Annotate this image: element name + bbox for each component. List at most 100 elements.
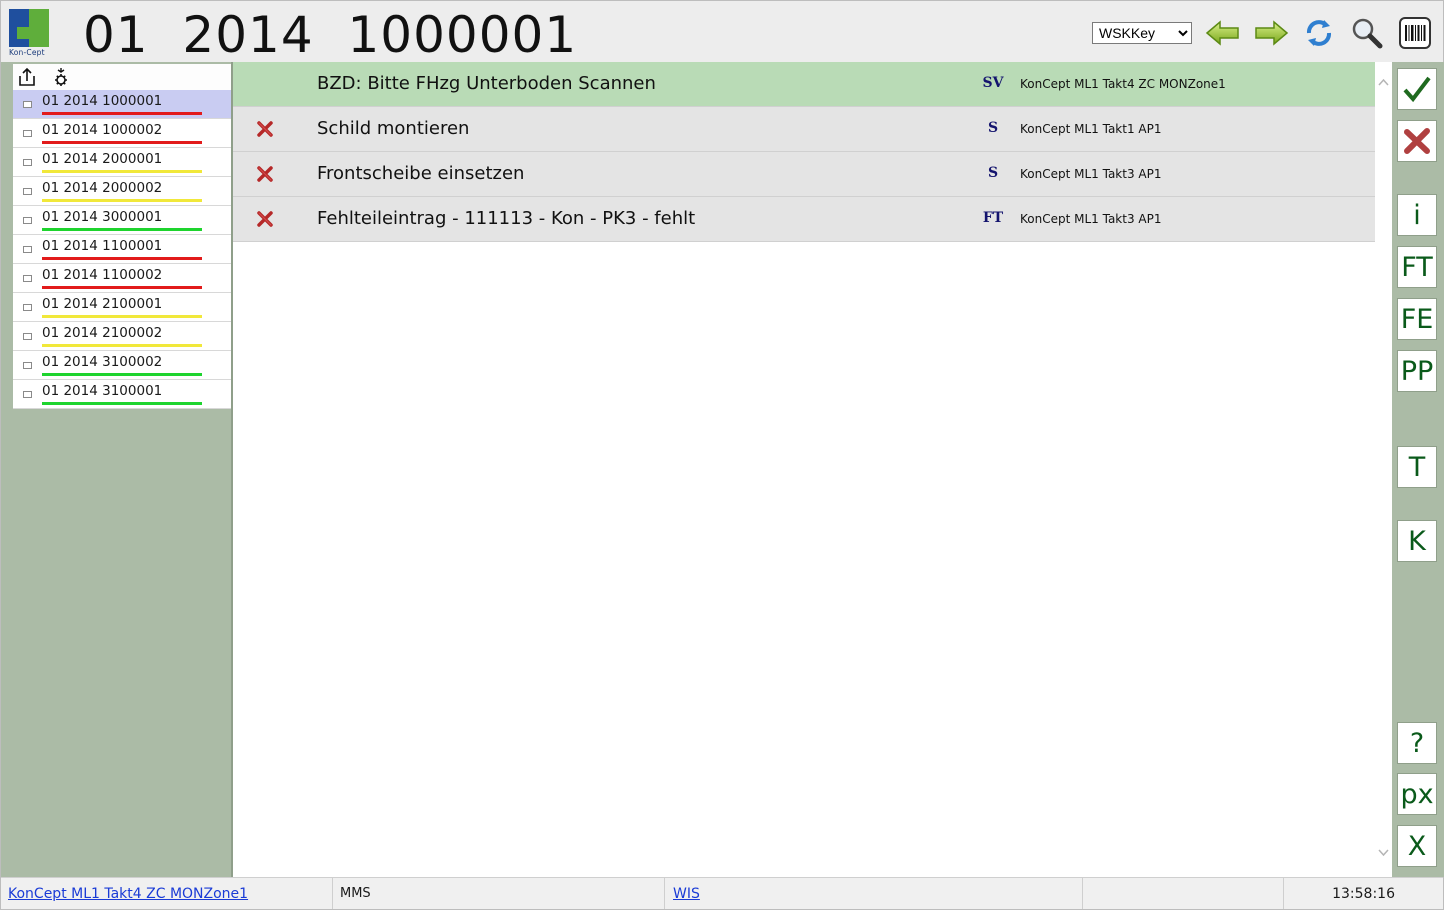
order-status-bar (42, 112, 202, 115)
order-status-bar (42, 344, 202, 347)
kon-cept-logo: Kon-Cept (9, 9, 51, 57)
cross-icon (1404, 128, 1430, 154)
order-item[interactable]: 01 2014 1000002 (13, 119, 231, 148)
statusbar-location: KonCept ML1 Takt4 ZC MONZone1 (1, 878, 333, 909)
order-label: 01 2014 3100002 (42, 354, 163, 370)
help-button[interactable]: ? (1397, 722, 1437, 764)
red-x-icon (255, 119, 275, 139)
task-code: SV (982, 75, 1004, 91)
action-column: i FT FE PP T K ? px X (1392, 62, 1444, 877)
header: Kon-Cept 01 2014 1000001 WSKKey (1, 1, 1443, 64)
order-item[interactable]: 01 2014 1100001 (13, 235, 231, 264)
statusbar-empty (1084, 878, 1284, 909)
order-label: 01 2014 1000002 (42, 122, 163, 138)
order-checkbox[interactable] (23, 362, 32, 369)
order-item[interactable]: 01 2014 1000001 (13, 90, 231, 119)
arrow-right-icon[interactable] (1251, 15, 1291, 51)
order-label: 01 2014 3100001 (42, 383, 163, 399)
pp-button[interactable]: PP (1397, 350, 1437, 392)
task-row[interactable]: BZD: Bitte FHzg Unterboden Scannen SV KonC… (233, 62, 1375, 107)
task-text: Fehlteileintrag - 111113 - Kon - PK3 - f… (317, 208, 696, 229)
order-checkbox[interactable] (23, 275, 32, 282)
task-text: Frontscheibe einsetzen (317, 163, 525, 184)
location-link[interactable]: KonCept ML1 Takt4 ZC MONZone1 (8, 886, 248, 902)
order-item[interactable]: 01 2014 2100002 (13, 322, 231, 351)
statusbar-wis: WIS (666, 878, 1083, 909)
info-button[interactable]: i (1397, 194, 1437, 236)
status-bar: KonCept ML1 Takt4 ZC MONZone1 MMS WIS 13… (1, 877, 1443, 909)
red-x-icon (255, 209, 275, 229)
order-checkbox[interactable] (23, 333, 32, 340)
order-label: 01 2014 2100001 (42, 296, 163, 312)
order-checkbox[interactable] (23, 304, 32, 311)
task-row[interactable]: Frontscheibe einsetzen S KonCept ML1 Takt3… (233, 152, 1375, 197)
task-row[interactable]: Schild montieren S KonCept ML1 Takt1 AP1 (233, 107, 1375, 152)
cancel-button[interactable] (1397, 120, 1437, 162)
order-checkbox[interactable] (23, 188, 32, 195)
task-list: BZD: Bitte FHzg Unterboden Scannen SV KonC… (233, 62, 1375, 877)
task-code: S (987, 120, 999, 136)
order-item[interactable]: 01 2014 3000001 (13, 206, 231, 235)
key-type-select[interactable]: WSKKey (1092, 22, 1192, 44)
order-label: 01 2014 1100001 (42, 238, 163, 254)
task-text: BZD: Bitte FHzg Unterboden Scannen (317, 73, 656, 94)
order-status-bar (42, 141, 202, 144)
order-item[interactable]: 01 2014 2000001 (13, 148, 231, 177)
red-x-icon (255, 164, 275, 184)
wis-link[interactable]: WIS (673, 886, 700, 902)
barcode-icon[interactable] (1395, 15, 1435, 51)
exit-button[interactable]: X (1397, 825, 1437, 867)
order-status-bar (42, 228, 202, 231)
order-item[interactable]: 01 2014 3100002 (13, 351, 231, 380)
order-checkbox[interactable] (23, 217, 32, 224)
order-status-bar (42, 170, 202, 173)
order-item[interactable]: 01 2014 3100001 (13, 380, 231, 409)
checkmark-icon (1403, 76, 1431, 103)
task-location: KonCept ML1 Takt1 AP1 (1020, 122, 1162, 136)
export-icon[interactable] (17, 66, 37, 88)
ft-button[interactable]: FT (1397, 246, 1437, 288)
page-title: 01 2014 1000001 (83, 6, 578, 64)
order-checkbox[interactable] (23, 101, 32, 108)
order-status-bar (42, 373, 202, 376)
order-status-bar (42, 315, 202, 318)
order-item[interactable]: 01 2014 2000002 (13, 177, 231, 206)
order-checkbox[interactable] (23, 246, 32, 253)
task-scrollbar[interactable] (1375, 62, 1392, 877)
refresh-icon[interactable] (1299, 15, 1339, 51)
task-code: S (987, 165, 999, 181)
order-label: 01 2014 3000001 (42, 209, 163, 225)
order-label: 01 2014 1100002 (42, 267, 163, 283)
task-row[interactable]: Fehlteileintrag - 111113 - Kon - PK3 - f… (233, 197, 1375, 242)
task-text: Schild montieren (317, 118, 470, 139)
order-label: 01 2014 1000001 (42, 93, 163, 109)
px-button[interactable]: px (1397, 773, 1437, 815)
order-status-bar (42, 286, 202, 289)
order-sidebar: 01 2014 1000001 01 2014 1000002 01 2014 20… (1, 62, 233, 877)
order-status-bar (42, 199, 202, 202)
fe-button[interactable]: FE (1397, 298, 1437, 340)
order-label: 01 2014 2000002 (42, 180, 163, 196)
task-code: FT (982, 210, 1004, 226)
order-item[interactable]: 01 2014 2100001 (13, 293, 231, 322)
t-button[interactable]: T (1397, 446, 1437, 488)
order-checkbox[interactable] (23, 391, 32, 398)
statusbar-time: 13:58:16 (1332, 885, 1395, 902)
order-item[interactable]: 01 2014 1100002 (13, 264, 231, 293)
task-location: KonCept ML1 Takt3 AP1 (1020, 212, 1162, 226)
order-checkbox[interactable] (23, 130, 32, 137)
order-status-bar (42, 402, 202, 405)
order-label: 01 2014 2100002 (42, 325, 163, 341)
arrow-left-icon[interactable] (1203, 15, 1243, 51)
logo-caption: Kon-Cept (9, 48, 45, 57)
scroll-up-icon[interactable] (1377, 76, 1390, 89)
confirm-button[interactable] (1397, 68, 1437, 110)
magnifier-icon[interactable] (1347, 15, 1387, 51)
scroll-down-icon[interactable] (1377, 846, 1390, 859)
order-list: 01 2014 1000001 01 2014 1000002 01 2014 20… (13, 90, 231, 409)
k-button[interactable]: K (1397, 520, 1437, 562)
order-checkbox[interactable] (23, 159, 32, 166)
settings-gear-icon[interactable] (51, 66, 71, 88)
task-location: KonCept ML1 Takt3 AP1 (1020, 167, 1162, 181)
sidebar-toolbar (13, 64, 231, 90)
